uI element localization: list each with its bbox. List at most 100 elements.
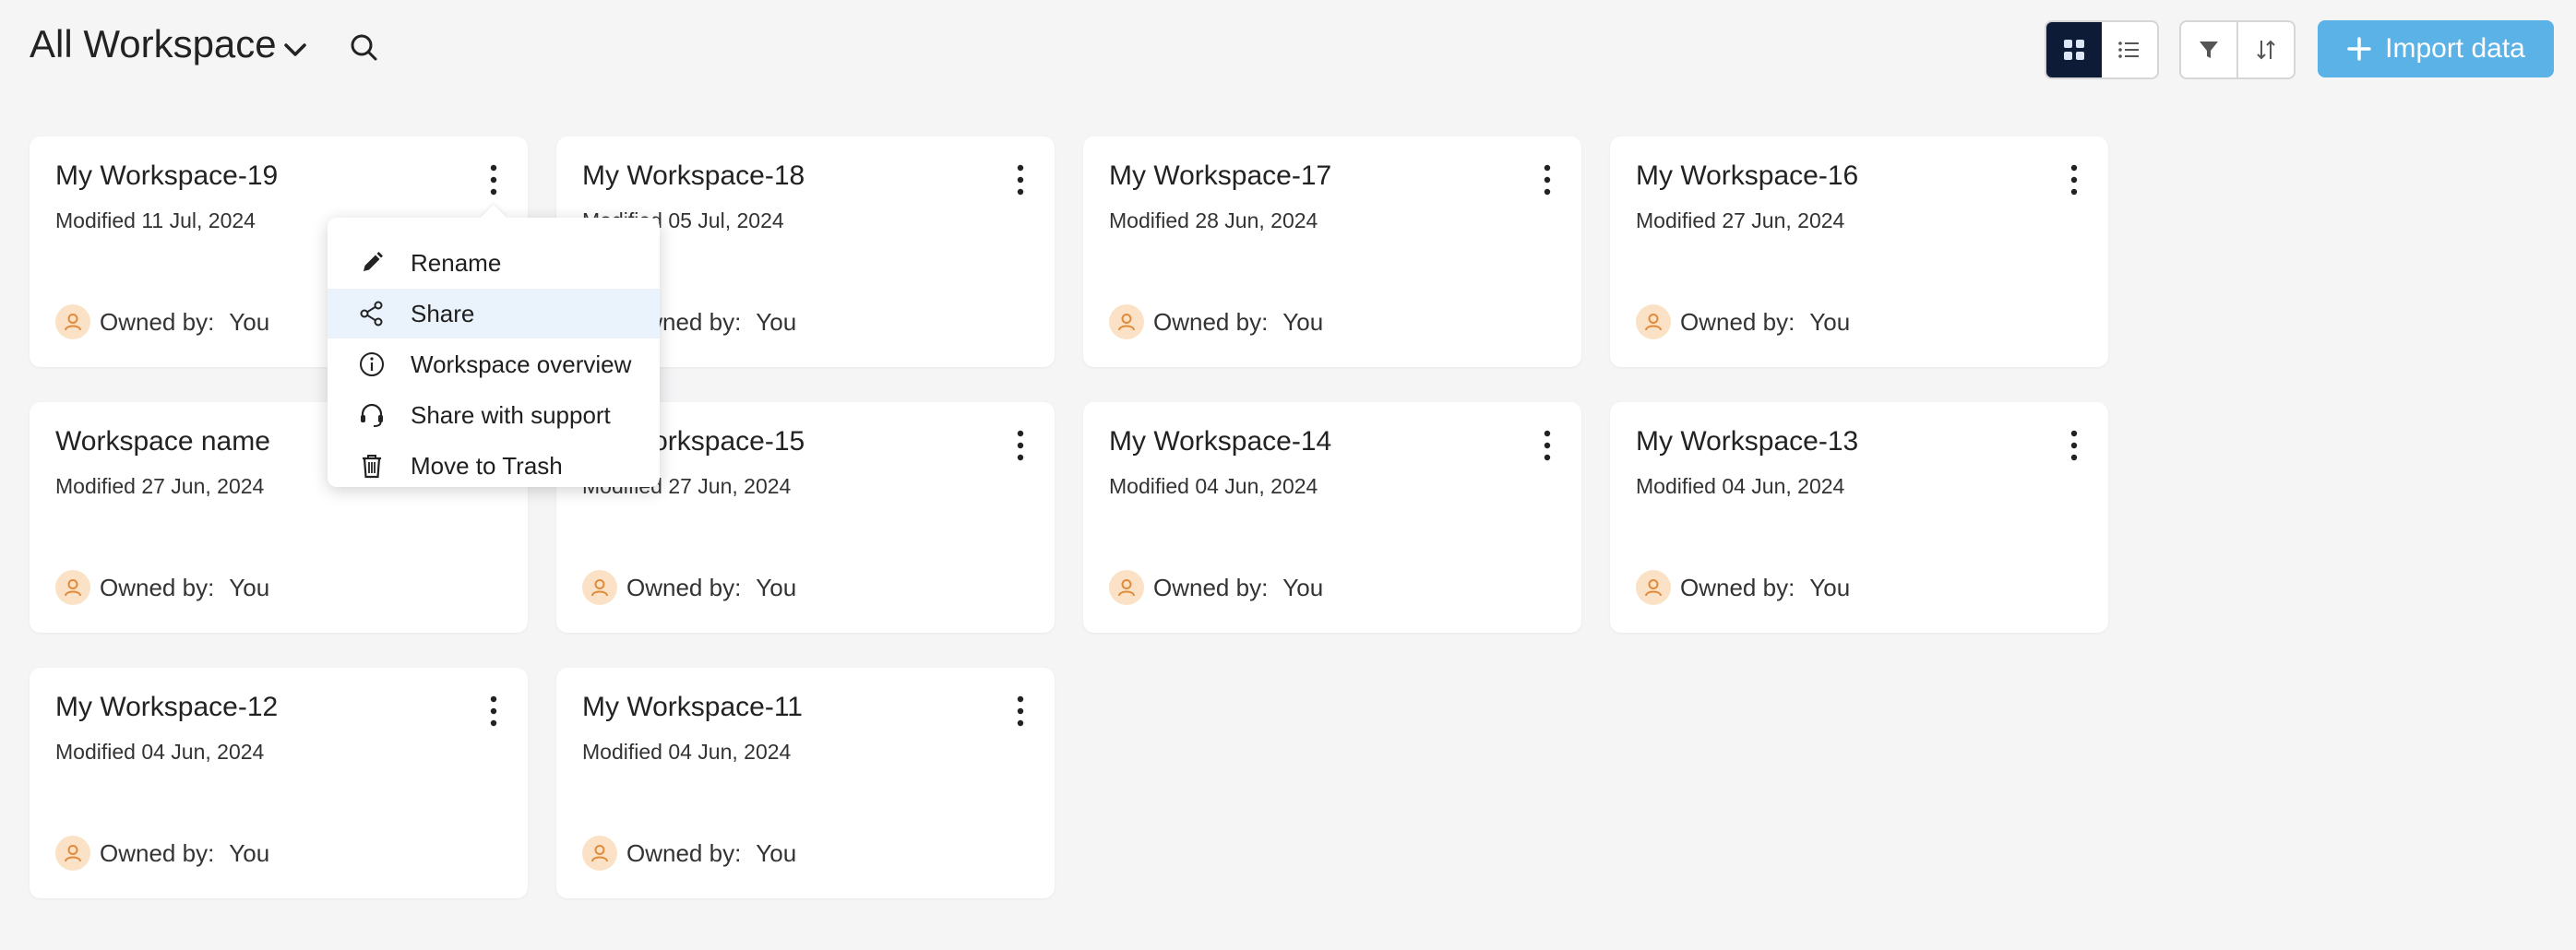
workspace-title: My Workspace-18 <box>582 160 805 191</box>
workspace-title: My Workspace-17 <box>1109 160 1332 191</box>
filter-icon <box>2200 42 2218 58</box>
user-avatar-icon <box>55 304 90 339</box>
owner-name: You <box>1282 307 1324 336</box>
owner-name: You <box>1282 573 1324 601</box>
header-bar: All Workspace Import data <box>0 0 2576 101</box>
user-avatar-icon <box>55 836 90 871</box>
workspace-card[interactable]: My Workspace-11 Modified 04 Jun, 2024 Ow… <box>556 668 1055 898</box>
owner-label: Owned by: <box>626 573 742 601</box>
user-avatar-icon <box>1109 570 1144 605</box>
import-data-button[interactable]: Import data <box>2318 20 2554 77</box>
grid-icon <box>2064 40 2084 60</box>
menu-item-label: Workspace overview <box>411 350 632 378</box>
trash-icon <box>353 447 390 484</box>
view-toggle <box>2045 20 2159 79</box>
menu-item-workspace-overview[interactable]: Workspace overview <box>328 339 660 389</box>
more-options-icon[interactable] <box>2067 428 2081 463</box>
sort-icon <box>2257 40 2275 60</box>
import-data-label: Import data <box>2385 33 2525 64</box>
owner-name: You <box>756 573 797 601</box>
owner-label: Owned by: <box>626 838 742 867</box>
owner-name: You <box>229 307 270 336</box>
more-options-icon[interactable] <box>1013 428 1028 463</box>
context-menu: Rename Share Workspace overview Share wi… <box>328 218 660 487</box>
more-options-icon[interactable] <box>1540 162 1555 197</box>
menu-item-move-to-trash[interactable]: Move to Trash <box>328 441 660 491</box>
workspace-card[interactable]: My Workspace-17 Modified 28 Jun, 2024 Ow… <box>1083 137 1581 367</box>
workspace-card[interactable]: My Workspace-16 Modified 27 Jun, 2024 Ow… <box>1610 137 2108 367</box>
more-options-icon[interactable] <box>1013 694 1028 729</box>
workspace-title: My Workspace-11 <box>582 692 803 722</box>
workspace-title: Workspace name <box>55 426 270 457</box>
sort-button[interactable] <box>2236 22 2294 77</box>
share-icon <box>353 295 390 332</box>
owner-name: You <box>1809 573 1851 601</box>
modified-date: Modified 27 Jun, 2024 <box>55 474 265 498</box>
owner-label: Owned by: <box>100 573 215 601</box>
owner-name: You <box>229 573 270 601</box>
headset-icon <box>353 397 390 433</box>
plus-icon <box>2347 37 2371 61</box>
pencil-icon <box>353 244 390 281</box>
owner-info: Owned by: You <box>582 570 796 605</box>
more-options-icon[interactable] <box>2067 162 2081 197</box>
modified-date: Modified 04 Jun, 2024 <box>1636 474 1845 498</box>
chevron-down-icon[interactable] <box>279 33 312 66</box>
more-options-icon[interactable] <box>1013 162 1028 197</box>
workspace-title: My Workspace-19 <box>55 160 279 191</box>
owner-name: You <box>756 307 797 336</box>
owner-info: Owned by: You <box>1636 304 1850 339</box>
search-icon[interactable] <box>346 30 383 66</box>
workspace-card[interactable]: My Workspace-12 Modified 04 Jun, 2024 Ow… <box>30 668 528 898</box>
menu-item-label: Share <box>411 299 475 327</box>
owner-label: Owned by: <box>1680 307 1795 336</box>
modified-date: Modified 04 Jun, 2024 <box>582 740 792 764</box>
workspace-title: My Workspace-14 <box>1109 426 1332 457</box>
user-avatar-icon <box>1636 304 1671 339</box>
more-options-icon[interactable] <box>486 694 501 729</box>
modified-date: Modified 27 Jun, 2024 <box>1636 208 1845 232</box>
more-options-icon[interactable] <box>486 162 501 197</box>
filter-button[interactable] <box>2181 22 2236 77</box>
owner-label: Owned by: <box>1153 573 1269 601</box>
user-avatar-icon <box>582 570 617 605</box>
owner-info: Owned by: You <box>1636 570 1850 605</box>
menu-item-label: Move to Trash <box>411 451 563 480</box>
menu-item-share[interactable]: Share <box>328 289 660 338</box>
owner-info: Owned by: You <box>582 836 796 871</box>
menu-item-label: Rename <box>411 248 502 277</box>
workspace-card[interactable]: My Workspace-13 Modified 04 Jun, 2024 Ow… <box>1610 402 2108 633</box>
menu-item-rename[interactable]: Rename <box>328 238 660 288</box>
user-avatar-icon <box>1636 570 1671 605</box>
workspace-title: My Workspace-13 <box>1636 426 1859 457</box>
workspace-title: My Workspace-12 <box>55 692 279 722</box>
owner-name: You <box>756 838 797 867</box>
owner-info: Owned by: You <box>55 570 269 605</box>
filter-sort-group <box>2179 20 2296 79</box>
owner-info: Owned by: You <box>1109 570 1323 605</box>
owner-info: Owned by: You <box>1109 304 1323 339</box>
user-avatar-icon <box>582 836 617 871</box>
owner-label: Owned by: <box>1153 307 1269 336</box>
more-options-icon[interactable] <box>1540 428 1555 463</box>
modified-date: Modified 11 Jul, 2024 <box>55 208 256 232</box>
grid-view-button[interactable] <box>2046 22 2102 77</box>
owner-name: You <box>1809 307 1851 336</box>
modified-date: Modified 28 Jun, 2024 <box>1109 208 1318 232</box>
info-icon <box>353 346 390 383</box>
user-avatar-icon <box>55 570 90 605</box>
owner-name: You <box>229 838 270 867</box>
page-title: All Workspace <box>30 22 277 65</box>
owner-info: Owned by: You <box>55 304 269 339</box>
modified-date: Modified 04 Jun, 2024 <box>55 740 265 764</box>
owner-label: Owned by: <box>100 307 215 336</box>
workspace-card[interactable]: My Workspace-14 Modified 04 Jun, 2024 Ow… <box>1083 402 1581 633</box>
owner-info: Owned by: You <box>55 836 269 871</box>
workspace-title: My Workspace-16 <box>1636 160 1859 191</box>
menu-item-label: Share with support <box>411 400 611 429</box>
list-view-button[interactable] <box>2102 22 2157 77</box>
owner-label: Owned by: <box>1680 573 1795 601</box>
menu-item-share-with-support[interactable]: Share with support <box>328 390 660 440</box>
list-icon <box>2118 42 2139 58</box>
owner-label: Owned by: <box>100 838 215 867</box>
